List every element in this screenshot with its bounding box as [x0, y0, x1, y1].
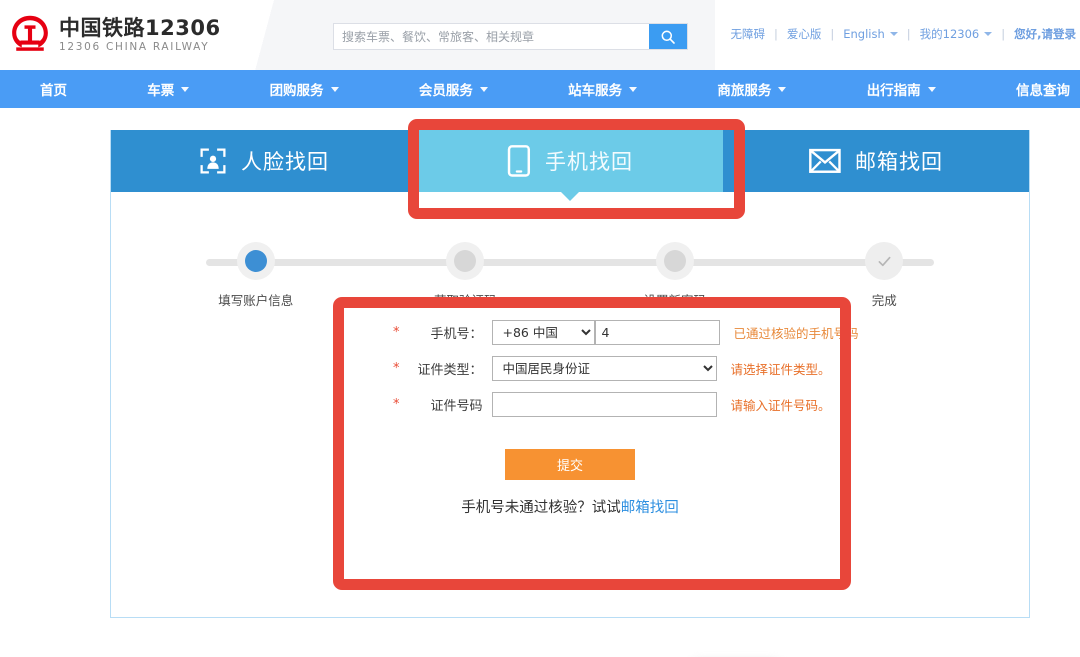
nav-item-station-service[interactable]: 站车服务: [568, 79, 637, 99]
chevron-down-icon: [778, 87, 786, 92]
phone-number-input[interactable]: [595, 320, 720, 345]
id-type-select[interactable]: 中国居民身份证: [492, 356, 717, 381]
chevron-down-icon: [984, 32, 992, 36]
recovery-stepper: 填写账户信息 获取验证码 设置新密码: [151, 242, 989, 302]
mobile-phone-icon: [507, 145, 531, 177]
tip-text: 手机号未通过核验？试试: [461, 500, 621, 516]
chevron-down-icon: [480, 87, 488, 92]
submit-button[interactable]: 提交: [505, 449, 635, 480]
logo-text-block: 中国铁路12306 12306 CHINA RAILWAY: [59, 18, 221, 53]
form-row-phone: * 手机号： +86 中国 已通过核验的手机号码: [111, 320, 1029, 345]
step-dot: [865, 242, 903, 280]
step-label: 完成: [872, 290, 897, 309]
link-care-version[interactable]: 爱心版: [787, 26, 822, 42]
page-root: 中国铁路12306 12306 CHINA RAILWAY 无障碍 | 爱心版 …: [0, 0, 1080, 657]
step-label: 获取验证码: [434, 290, 497, 309]
nav-label: 出行指南: [867, 79, 921, 99]
nav-label: 首页: [40, 79, 67, 99]
chevron-down-icon: [890, 32, 898, 36]
logo-title-en: 12306 CHINA RAILWAY: [59, 42, 221, 53]
link-separator: |: [1001, 27, 1005, 41]
step-dot-inner: [245, 250, 267, 272]
step-label: 填写账户信息: [218, 290, 293, 309]
tab-label: 邮箱找回: [855, 146, 943, 176]
site-header: 中国铁路12306 12306 CHINA RAILWAY 无障碍 | 爱心版 …: [0, 0, 1080, 70]
nav-item-member-service[interactable]: 会员服务: [419, 79, 488, 99]
nav-item-business-travel[interactable]: 商旅服务: [717, 79, 786, 99]
nav-label: 会员服务: [419, 79, 473, 99]
stepper-steps: 填写账户信息 获取验证码 设置新密码: [151, 242, 989, 309]
link-separator: |: [830, 27, 834, 41]
tab-face-recovery[interactable]: 人脸找回: [111, 130, 417, 192]
step-dot: [237, 242, 275, 280]
active-tab-arrow-icon: [561, 192, 579, 201]
step-complete: 完成: [780, 242, 990, 309]
step-dot: [656, 242, 694, 280]
id-type-hint: 请选择证件类型。: [731, 359, 831, 378]
nav-item-home[interactable]: 首页: [40, 79, 67, 99]
step-dot: [446, 242, 484, 280]
nav-item-group-service[interactable]: 团购服务: [270, 79, 339, 99]
step-get-verification-code: 获取验证码: [361, 242, 571, 309]
check-icon: [876, 253, 893, 270]
required-marker: *: [393, 361, 400, 376]
chevron-down-icon: [928, 87, 936, 92]
chevron-down-icon: [181, 87, 189, 92]
required-marker: *: [393, 397, 400, 412]
envelope-icon: [809, 148, 841, 174]
search-button[interactable]: [649, 24, 687, 49]
nav-item-info-query[interactable]: 信息查询: [1016, 79, 1070, 99]
link-my12306[interactable]: 我的12306: [920, 26, 980, 42]
search-input[interactable]: [334, 24, 649, 49]
nav-label: 商旅服务: [717, 79, 771, 99]
tab-label: 人脸找回: [241, 146, 329, 176]
email-recovery-link[interactable]: 邮箱找回: [621, 500, 679, 516]
nav-label: 站车服务: [568, 79, 622, 99]
recover-account-panel: 人脸找回 手机找回 邮箱找回: [110, 130, 1030, 618]
chevron-down-icon: [629, 87, 637, 92]
face-scan-icon: [199, 147, 227, 175]
step-set-new-password: 设置新密码: [570, 242, 780, 309]
nav-item-tickets[interactable]: 车票: [147, 79, 189, 99]
link-accessibility[interactable]: 无障碍: [731, 26, 766, 42]
logo-title-cn: 中国铁路12306: [59, 18, 221, 39]
tab-phone-recovery[interactable]: 手机找回: [417, 130, 723, 192]
nav-label: 信息查询: [1016, 79, 1070, 99]
site-logo[interactable]: 中国铁路12306 12306 CHINA RAILWAY: [8, 13, 221, 57]
nav-label: 车票: [147, 79, 174, 99]
nav-label: 团购服务: [270, 79, 324, 99]
phone-hint: 已通过核验的手机号码: [734, 323, 859, 342]
id-number-input[interactable]: [492, 392, 717, 417]
link-english[interactable]: English: [843, 27, 885, 41]
main-navigation: 首页 车票 团购服务 会员服务 站车服务 商旅服务 出行指南: [0, 70, 1080, 108]
step-dot-inner: [454, 250, 476, 272]
link-separator: |: [774, 27, 778, 41]
submit-area: 提交: [111, 449, 1029, 480]
tab-label: 手机找回: [545, 146, 633, 176]
form-row-id-number: * 证件号码 请输入证件号码。: [111, 392, 1029, 417]
link-separator: |: [907, 27, 911, 41]
recovery-method-tabs: 人脸找回 手机找回 邮箱找回: [111, 130, 1029, 192]
id-number-hint: 请输入证件号码。: [731, 395, 831, 414]
id-type-label: 证件类型：: [405, 359, 483, 378]
step-dot-inner: [664, 250, 686, 272]
link-login[interactable]: 您好,请登录: [1014, 26, 1076, 42]
account-recovery-form: * 手机号： +86 中国 已通过核验的手机号码 * 证件类型： 中国居民身份证…: [111, 320, 1029, 517]
step-fill-account-info: 填写账户信息: [151, 242, 361, 309]
phone-label: 手机号：: [405, 323, 483, 342]
railway-logo-icon: [8, 13, 52, 57]
nav-item-travel-guide[interactable]: 出行指南: [867, 79, 936, 99]
step-label: 设置新密码: [643, 290, 706, 309]
search-icon: [660, 29, 676, 45]
form-row-id-type: * 证件类型： 中国居民身份证 请选择证件类型。: [111, 356, 1029, 381]
id-number-label: 证件号码: [405, 395, 483, 414]
chevron-down-icon: [331, 87, 339, 92]
recovery-tip: 手机号未通过核验？试试邮箱找回: [111, 496, 1029, 517]
header-utility-links: 无障碍 | 爱心版 | English | 我的12306 | 您好,请登录: [731, 26, 1077, 42]
country-code-select[interactable]: +86 中国: [492, 320, 595, 345]
search-box: [333, 23, 688, 50]
required-marker: *: [393, 325, 400, 340]
tab-email-recovery[interactable]: 邮箱找回: [723, 130, 1029, 192]
